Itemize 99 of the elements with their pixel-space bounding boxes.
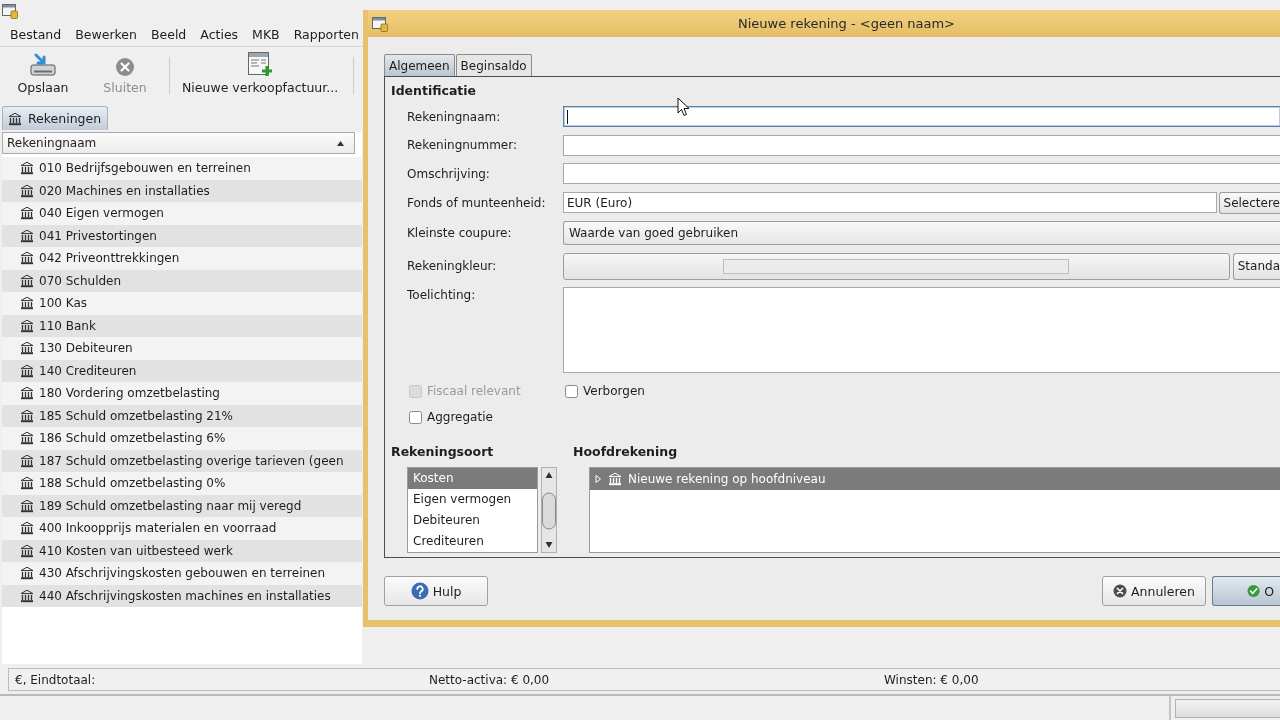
bank-icon: [20, 318, 34, 333]
account-row[interactable]: 041 Privestortingen: [2, 224, 362, 247]
account-row[interactable]: 185 Schuld omzetbelasting 21%: [2, 404, 362, 427]
bank-icon: [20, 161, 34, 176]
section-title: Hoofdrekening: [573, 445, 679, 459]
menu-item[interactable]: Acties: [193, 23, 246, 45]
text-field[interactable]: [563, 163, 1280, 184]
bank-icon: [8, 111, 22, 126]
bank-icon: [20, 431, 34, 446]
list-item[interactable]: Crediteuren: [408, 531, 537, 552]
field-label: Fonds of munteenheid:: [406, 194, 547, 212]
account-row[interactable]: 100 Kas: [2, 292, 362, 315]
app-icon: [372, 15, 388, 32]
account-row[interactable]: 070 Schulden: [2, 269, 362, 292]
account-row[interactable]: 010 Bedrijfsgebouwen en terreinen: [2, 157, 362, 180]
account-row[interactable]: 189 Schuld omzetbelasting naar mij veregd: [2, 494, 362, 517]
field-label: Rekeningnaam:: [406, 108, 502, 126]
bank-icon: [20, 476, 34, 491]
tab[interactable]: Rekeningen: [2, 106, 109, 130]
dialog-button[interactable]: Hulp: [384, 576, 488, 606]
account-row[interactable]: 130 Debiteuren: [2, 337, 362, 360]
dialog-button[interactable]: Annuleren: [1102, 576, 1206, 606]
checkbox-option[interactable]: Aggregatie: [409, 409, 493, 425]
bank-icon: [20, 206, 34, 221]
bank-icon: [20, 296, 34, 311]
account-row[interactable]: 400 Inkoopprijs materialen en voorraad: [2, 517, 362, 540]
list-item[interactable]: Kosten: [408, 468, 537, 489]
account-row[interactable]: 430 Afschrijvingskosten gebouwen en terreinen: [2, 562, 362, 585]
document-plus-icon: [247, 51, 274, 77]
text-field[interactable]: [563, 134, 1280, 156]
text-area[interactable]: [563, 287, 1280, 373]
dropdown[interactable]: Waarde van goed gebruiken: [563, 221, 1280, 245]
toolbar-button[interactable]: Opslaan: [8, 47, 78, 104]
bank-icon: [20, 453, 34, 468]
field-label: Rekeningnummer:: [406, 137, 518, 154]
circle-x-icon: [1113, 584, 1127, 598]
menu-item[interactable]: Rapporten: [286, 23, 366, 45]
default-button[interactable]: Standa: [1232, 252, 1280, 280]
bank-icon: [20, 588, 34, 603]
section-title: Rekeningsoort: [391, 445, 495, 459]
section-title: Identificatie: [391, 84, 478, 98]
dialog-button[interactable]: O: [1212, 576, 1280, 606]
account-row[interactable]: 042 Priveonttrekkingen: [2, 247, 362, 270]
bank-icon: [20, 408, 34, 423]
account-row[interactable]: 410 Kosten van uitbesteed werk: [2, 539, 362, 562]
summary-text: Winsten: € 0,00: [884, 672, 979, 687]
account-row[interactable]: 187 Schuld omzetbelasting overige tarieven (geen: [2, 449, 362, 472]
column-header[interactable]: Rekeningnaam: [3, 133, 354, 153]
window-title: Nieuwe rekening - <geen naam>: [738, 16, 955, 31]
scrollbar[interactable]: [541, 467, 557, 553]
text-field[interactable]: [563, 106, 1280, 127]
summary-text: €, Eindtotaal:: [15, 672, 96, 687]
field-label: Toelichting:: [406, 287, 477, 304]
menu-item[interactable]: Bewerken: [68, 23, 144, 45]
list-item[interactable]: Eigen vermogen: [408, 489, 537, 510]
account-row[interactable]: 186 Schuld omzetbelasting 6%: [2, 427, 362, 450]
bank-icon: [20, 183, 34, 198]
account-row[interactable]: 110 Bank: [2, 314, 362, 337]
menu-item[interactable]: Bestand: [3, 23, 69, 45]
checkbox-option[interactable]: Verborgen: [565, 383, 645, 399]
bank-icon: [20, 521, 34, 536]
account-row[interactable]: 020 Machines en installaties: [2, 179, 362, 202]
bank-icon: [20, 363, 34, 378]
select-button[interactable]: Selectere: [1218, 191, 1280, 214]
list-item[interactable]: Debiteuren: [408, 510, 537, 531]
text-cursor-icon: [567, 109, 568, 124]
check-icon: [1247, 584, 1261, 598]
field-label: Rekeningkleur:: [406, 258, 498, 275]
bank-icon: [20, 273, 34, 288]
tree-row[interactable]: Nieuwe rekening op hoofdniveau: [590, 468, 1280, 490]
bank-icon: [20, 251, 34, 266]
close-icon: [115, 57, 135, 77]
field-label: Kleinste coupure:: [406, 225, 513, 242]
menu-item[interactable]: Beeld: [143, 23, 194, 45]
bank-icon: [608, 472, 622, 486]
account-row[interactable]: 188 Schuld omzetbelasting 0%: [2, 472, 362, 495]
account-row[interactable]: 040 Eigen vermogen: [2, 202, 362, 225]
account-row[interactable]: 180 Vordering omzetbelasting: [2, 382, 362, 405]
help-icon: [410, 582, 429, 600]
expander-icon[interactable]: [594, 475, 602, 483]
text-field[interactable]: EUR (Euro): [563, 192, 1217, 213]
field-label: Omschrijving:: [406, 165, 491, 183]
bank-icon: [20, 228, 34, 243]
tab[interactable]: Algemeen: [384, 54, 455, 76]
save-icon: [29, 53, 57, 77]
menu-item[interactable]: MKB: [245, 23, 287, 45]
color-button[interactable]: [563, 252, 1230, 280]
bank-icon: [20, 341, 34, 356]
bank-icon: [20, 498, 34, 513]
summary-text: Netto-activa: € 0,00: [429, 672, 550, 687]
color-swatch-icon: [723, 258, 1070, 274]
mouse-pointer-icon: [677, 97, 690, 117]
toolbar-button[interactable]: Nieuwe verkoopfactuur...: [176, 47, 345, 104]
tab[interactable]: Beginsaldo: [455, 54, 532, 76]
account-row[interactable]: 440 Afschrijvingskosten machines en installaties: [2, 584, 362, 607]
bank-icon: [20, 566, 34, 581]
account-row[interactable]: 140 Crediteuren: [2, 359, 362, 382]
bank-icon: [20, 543, 34, 558]
bank-icon: [20, 386, 34, 401]
